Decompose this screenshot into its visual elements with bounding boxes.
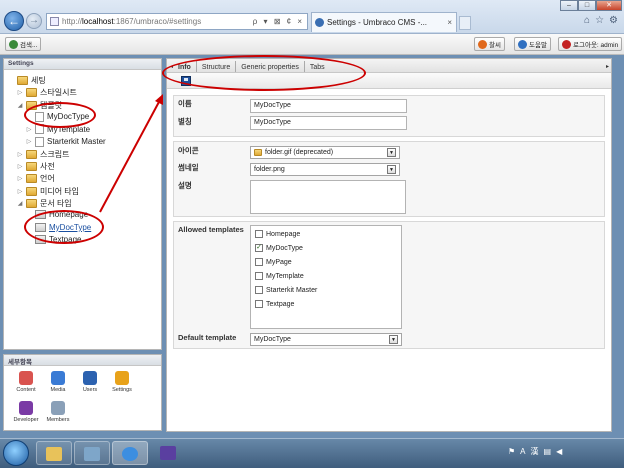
tray-kor[interactable]: 漢 (531, 446, 539, 457)
taskbar-server-manager[interactable] (74, 441, 110, 465)
taskbar-explorer[interactable] (36, 441, 72, 465)
tray-lang[interactable]: A (520, 447, 525, 456)
taskbar-ie[interactable] (112, 441, 148, 465)
taskbar-visual-studio[interactable] (150, 441, 186, 465)
volume-icon[interactable]: ◀ (556, 447, 562, 456)
system-tray: ⚑ A 漢 ▤ ◀ (508, 446, 562, 457)
network-icon[interactable]: ▤ (544, 447, 552, 456)
flag-icon[interactable]: ⚑ (508, 447, 515, 456)
annotation-arrow (99, 94, 163, 213)
start-button[interactable] (3, 440, 29, 466)
